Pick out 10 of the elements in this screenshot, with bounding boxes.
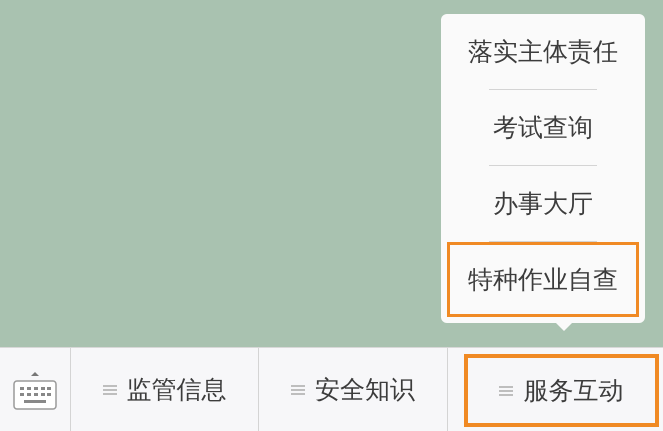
menu-icon — [499, 384, 514, 396]
menu-item[interactable]: 落实主体责任 — [447, 14, 639, 89]
menu-item[interactable]: 特种作业自查 — [447, 242, 639, 317]
menu-tab[interactable]: 安全知识 — [259, 348, 448, 431]
menu-item[interactable]: 考试查询 — [447, 90, 639, 165]
menu-tab[interactable]: 服务互动 — [464, 354, 659, 427]
menu-icon — [102, 384, 117, 396]
menu-tab[interactable]: 监管信息 — [71, 348, 260, 431]
menu-item[interactable]: 办事大厅 — [447, 166, 639, 241]
menu-icon — [290, 384, 305, 396]
